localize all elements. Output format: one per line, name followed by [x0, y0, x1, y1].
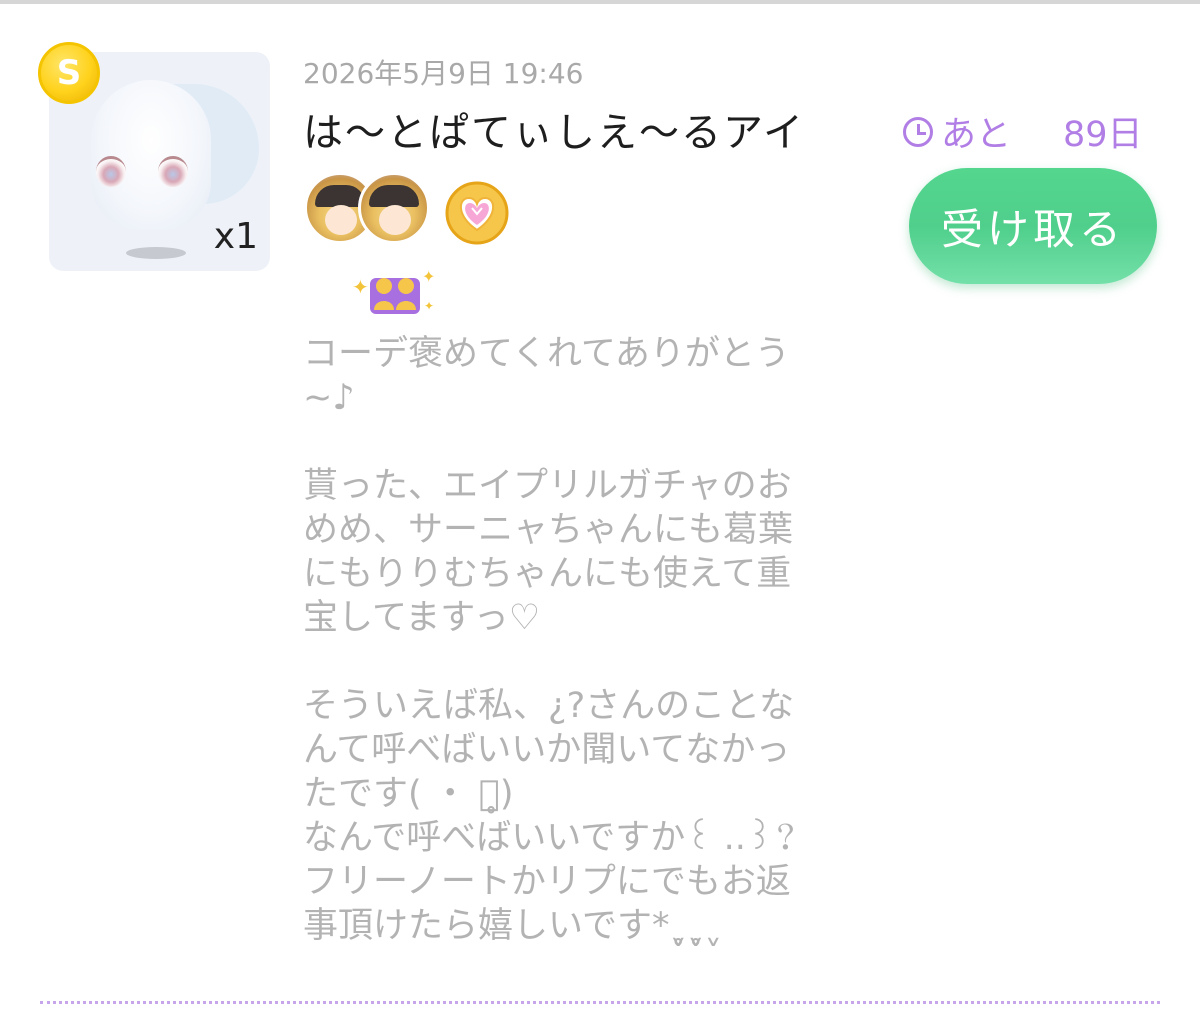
deadline: あと 89日: [903, 106, 1143, 157]
sender-name[interactable]: は〜とぱてぃしえ〜るアイ: [303, 100, 805, 158]
item-eye-left: [96, 156, 126, 187]
s-coin-icon: S: [38, 42, 100, 104]
svg-text:✦: ✦: [352, 275, 369, 299]
avatar-face: [325, 205, 357, 235]
gift-card: x1 S 2026年5月9日 19:46 は〜とぱてぃしえ〜るアイ あと 89日…: [0, 0, 1200, 1011]
bottom-divider: [40, 1001, 1160, 1004]
item-face: [91, 80, 211, 230]
deadline-days: 89日: [1063, 115, 1143, 155]
deadline-prefix: あと: [941, 115, 1012, 155]
svg-text:✦: ✦: [422, 267, 435, 286]
clock-icon: [903, 116, 933, 147]
item-eye-right: [158, 156, 188, 187]
svg-text:✦: ✦: [424, 299, 434, 313]
item-shadow: [126, 247, 186, 259]
gift-date: 2026年5月9日 19:46: [303, 57, 584, 90]
heart-jewel-icon: [445, 181, 509, 245]
friends-icon: ✦ ✦ ✦: [352, 267, 435, 314]
coin-letter: S: [56, 53, 82, 93]
avatar-cap: [369, 185, 419, 207]
character-avatar-2[interactable]: [358, 172, 430, 244]
gift-message: コーデ褒めてくれてありがとう ~♪ 貰った、エイプリルガチャのお めめ、サーニャ…: [303, 334, 801, 946]
receive-button[interactable]: 受け取る: [909, 168, 1157, 284]
item-quantity: x1: [213, 216, 258, 257]
avatar-face: [379, 205, 411, 235]
